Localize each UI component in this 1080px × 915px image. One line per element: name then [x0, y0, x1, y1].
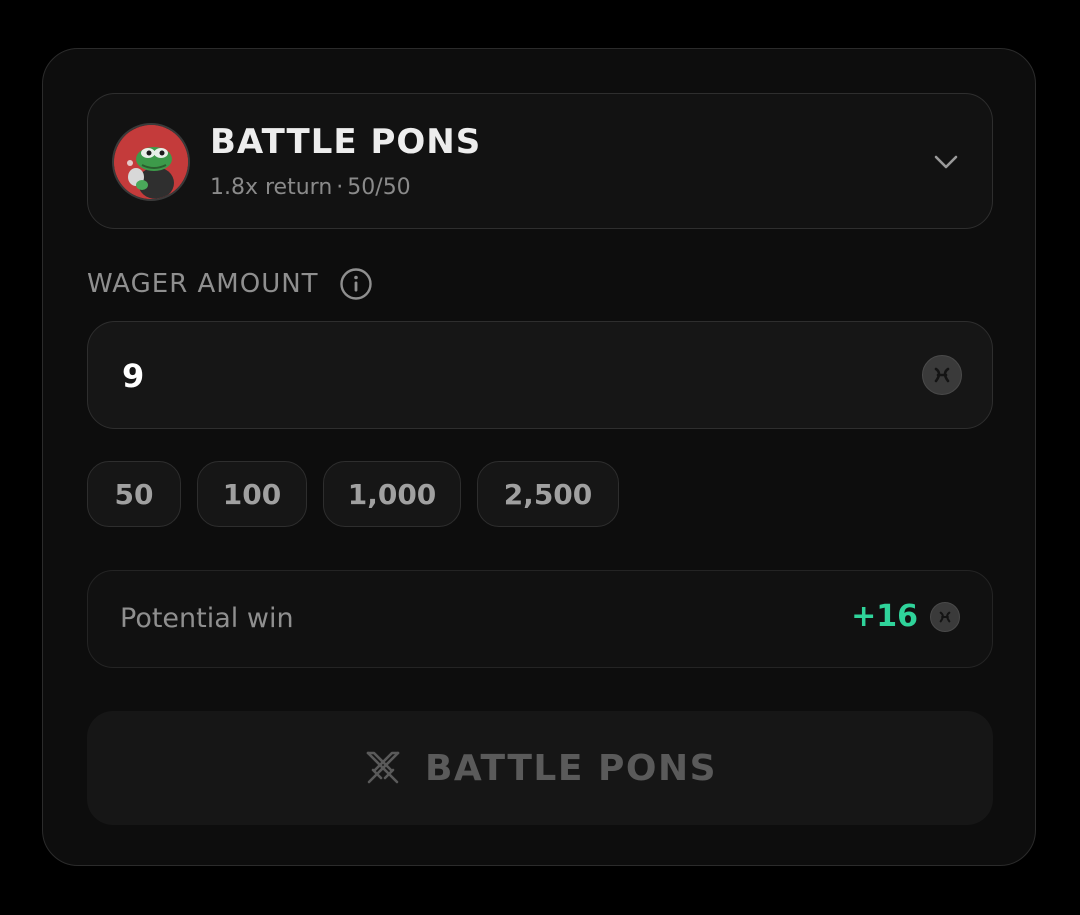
potential-win-value: +16 [851, 599, 918, 634]
battle-button[interactable]: BATTLE PONS [87, 711, 993, 825]
return-multiplier: 1.8x return [210, 175, 333, 200]
crossed-swords-icon [366, 751, 400, 784]
preset-button-2500[interactable]: 2,500 [477, 461, 619, 527]
chevron-down-icon[interactable] [930, 146, 962, 178]
coin-glyph-icon [934, 367, 950, 383]
odds-text: 50/50 [347, 175, 411, 200]
potential-win-box: Potential win +16 [87, 570, 993, 668]
coin-glyph-icon [939, 611, 951, 622]
info-icon[interactable] [339, 267, 373, 301]
wager-label-row: WAGER AMOUNT [87, 267, 373, 301]
preset-button-100[interactable]: 100 [197, 461, 307, 527]
wager-input-container[interactable] [87, 321, 993, 429]
game-selector[interactable]: BATTLE PONS 1.8x return · 50/50 [87, 93, 993, 229]
preset-amounts: 50 100 1,000 2,500 [87, 461, 619, 527]
coin-icon [930, 601, 960, 632]
potential-win-value-row: +16 [851, 599, 960, 634]
preset-button-50[interactable]: 50 [87, 461, 181, 527]
battle-button-label: BATTLE PONS [424, 747, 718, 789]
separator-dot: · [336, 175, 344, 200]
game-subtitle: 1.8x return · 50/50 [210, 175, 411, 200]
wager-amount-input[interactable] [120, 350, 884, 402]
frog-avatar-icon [114, 125, 188, 199]
frog-avatar [112, 123, 190, 201]
wager-panel: BATTLE PONS 1.8x return · 50/50 WAGER AMOU… [42, 48, 1036, 866]
coin-icon [922, 355, 962, 395]
game-title: BATTLE PONS [210, 122, 482, 162]
preset-button-1000[interactable]: 1,000 [323, 461, 461, 527]
wager-label: WAGER AMOUNT [87, 269, 319, 299]
potential-win-label: Potential win [120, 603, 294, 634]
